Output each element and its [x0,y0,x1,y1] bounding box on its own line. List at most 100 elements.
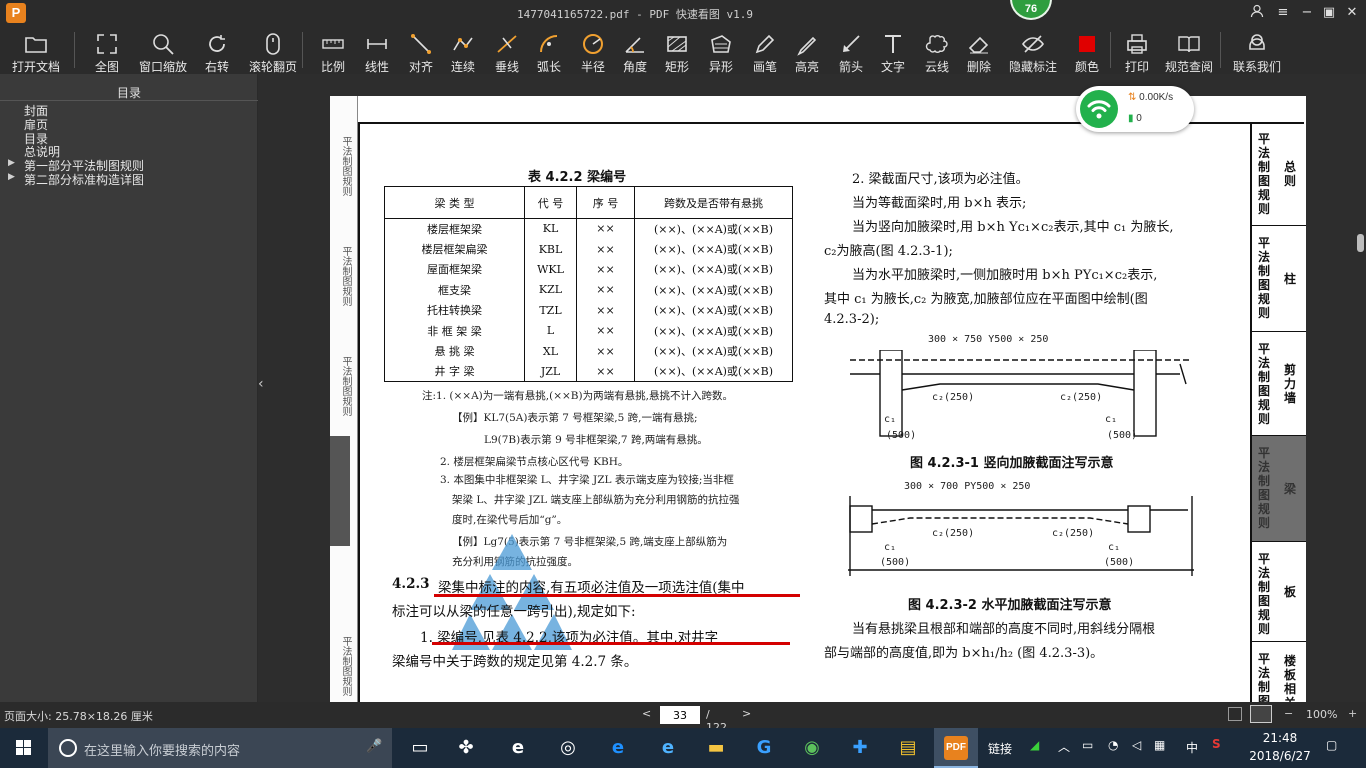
document-viewport[interactable]: ‹ 平法制图规则 平法制图规则 平法制图规则 平法制图规则 表 4.2.2 梁编… [258,74,1366,702]
table-cell: ×× [576,361,635,383]
toolbar-button-angle[interactable]: 角度 [618,26,652,74]
menu-icon[interactable]: ≡ [1274,4,1292,22]
file-explorer-icon[interactable]: ▬ [704,736,728,760]
restore-icon[interactable]: ▣ [1320,4,1338,22]
notes-icon[interactable]: ▤ [896,736,920,760]
red-underline-annotation[interactable] [434,594,800,597]
zoom-out-icon[interactable]: − [1284,707,1293,720]
toolbar-button-pen[interactable]: 画笔 [748,26,782,74]
zoom-in-icon[interactable]: + [1348,707,1357,720]
tray-clock-time[interactable]: 21:48 [1250,731,1310,745]
single-page-view-icon[interactable] [1228,707,1242,721]
table-note: 度时,在梁代号后加“g”。 [452,514,568,526]
toolbar-button-color[interactable]: 颜色 [1072,26,1102,74]
edge-icon[interactable]: e [606,736,630,760]
toolbar-separator [1110,32,1111,68]
action-center-icon[interactable]: ▢ [1326,738,1337,752]
table-row: 楼层框架扁梁 KBL ×× (××)、(××A)或(××B) [384,238,793,260]
network-speed-widget[interactable]: ⇅ 0.00K/s ▮ 0 [1076,86,1194,132]
microphone-icon[interactable]: 🎤 [366,739,382,754]
360-icon[interactable]: ◉ [800,736,824,760]
toolbar-button-label: 箭头 [838,60,863,74]
toolbar-button-label: 滚轮翻页 [248,60,297,74]
toolbar-button-arc[interactable]: 弧长 [532,26,566,74]
toolbar-button-zoom[interactable]: 窗口缩放 [136,26,190,74]
toolbar-button-radius[interactable]: 半径 [576,26,610,74]
page-number-input[interactable] [660,706,700,724]
table-header: 代 号 [524,186,577,219]
toolbar-button-cloud[interactable]: 云线 [920,26,954,74]
toolbar-button-fullscreen[interactable]: 全图 [88,26,126,74]
scrollbar-thumb[interactable] [1357,234,1364,252]
expand-arrow-icon[interactable]: ▶ [8,158,15,168]
toolbar-button-highlight[interactable]: 高亮 [790,26,824,74]
task-view-icon[interactable]: ▭ [408,736,432,760]
paragraph-line: 其中 c₁ 为腋长,c₂ 为腋宽,加腋部位应在平面图中绘制(图 [824,292,1148,307]
taskbar-app-pdf-viewer[interactable]: PDF [934,728,978,768]
toolbar-button-hide[interactable]: 隐藏标注 [1004,26,1062,74]
toolbar-button-continuous[interactable]: 连续 [446,26,480,74]
tray-keyboard-icon[interactable]: ▦ [1154,738,1165,752]
tray-clock-date[interactable]: 2018/6/27 [1238,749,1322,763]
tray-link-label[interactable]: 链接 [988,740,1012,757]
toolbar-button-text[interactable]: 文字 [876,26,910,74]
toolbar-button-contact[interactable]: 联系我们 [1232,26,1282,74]
perpendicular-icon [497,35,517,53]
vertical-scrollbar[interactable] [1354,74,1366,702]
tray-sogou-icon[interactable]: S [1212,737,1221,751]
vertical-haunch-diagram [850,350,1190,437]
toolbar-button-arrow[interactable]: 箭头 [834,26,868,74]
toolbar-button-eraser[interactable]: 删除 [962,26,996,74]
toolbar-button-print[interactable]: 打印 [1120,26,1154,74]
start-button[interactable] [0,728,48,768]
toolbar-button-label: 右转 [204,60,229,74]
taskbar-search[interactable]: 在这里输入你要搜索的内容 🎤 [48,728,392,768]
toolbar-button-book[interactable]: 规范查阅 [1164,26,1214,74]
toolbar-button-perpendicular[interactable]: 垂线 [490,26,524,74]
user-icon[interactable] [1248,4,1266,22]
tray-battery-icon[interactable]: ▭ [1082,738,1093,752]
toolbar-button-folder[interactable]: 打开文档 [10,26,62,74]
chrome-icon[interactable]: ◎ [556,736,580,760]
table-row: 井 字 梁 JZL ×× (××)、(××A)或(××B) [384,361,793,383]
tencent-icon[interactable]: ✚ [848,736,872,760]
paragraph-line: 4.2.3-2); [824,312,880,327]
toolbar-button-align[interactable]: 对齐 [404,26,438,74]
toolbar-button-ruler[interactable]: 比例 [316,26,350,74]
toolbar-button-label: 矩形 [664,60,689,74]
toolbar-button-mouse[interactable]: 滚轮翻页 [248,26,298,74]
table-cell: ×× [576,238,635,260]
toolbar-button-rotate[interactable]: 右转 [202,26,232,74]
zoom-icon [153,34,174,55]
toolbar-button-rect[interactable]: 矩形 [660,26,694,74]
toolbar-button-label: 打开文档 [11,60,60,74]
tray-volume-icon[interactable]: ◁ [1132,738,1141,752]
toolbar-button-linear[interactable]: 线性 [360,26,394,74]
collapse-sidebar-icon[interactable]: ‹ [258,376,268,396]
tray-ime-label[interactable]: 中 [1186,739,1198,756]
edge-legacy-icon[interactable]: e [506,736,530,760]
prev-page-button[interactable]: < [642,707,651,720]
continuous-view-icon[interactable] [1250,705,1272,723]
zoom-level[interactable]: 100% [1306,708,1337,721]
network-speed: ⇅ 0.00K/s [1128,92,1174,103]
table-note: 注:1. (××A)为一端有悬挑,(××B)为两端有悬挑,悬挑不计入跨数。 [422,390,733,402]
minimize-icon[interactable]: − [1298,4,1316,22]
qq-browser-icon[interactable]: G [752,736,776,760]
tray-wifi-icon[interactable]: ◢ [1030,738,1039,752]
tray-network-icon[interactable]: ◔ [1108,738,1118,752]
chapter-tab: 平法制图规则板 [1252,542,1306,642]
tray-chevron-icon[interactable]: ︿ [1058,738,1070,755]
pinwheel-icon[interactable]: ✤ [454,736,478,760]
next-page-button[interactable]: > [742,707,751,720]
table-header: 序 号 [576,186,635,219]
toc-item[interactable]: 第二部分标准构造详图 [24,171,144,188]
toolbar-button-label: 角度 [622,60,647,74]
toolbar-button-label: 云线 [924,60,949,74]
table-cell: ×× [576,279,635,301]
ie-icon[interactable]: e [656,736,680,760]
expand-arrow-icon[interactable]: ▶ [8,172,15,182]
toolbar-button-shape[interactable]: 异形 [704,26,738,74]
close-icon[interactable]: ✕ [1343,4,1361,22]
red-underline-annotation[interactable] [432,642,790,645]
